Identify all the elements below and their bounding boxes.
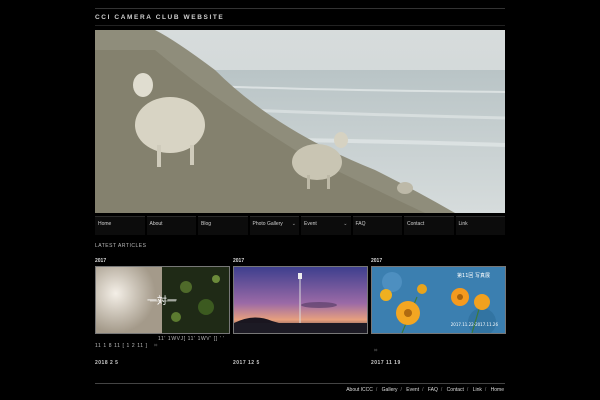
card-overlay-dates: 2017.11.22-2017.11.26 xyxy=(451,322,499,327)
latest-heading: LATEST ARTICLES xyxy=(95,243,147,249)
nav-link[interactable]: Link xyxy=(455,216,505,235)
footer-link-link[interactable]: Link xyxy=(473,387,482,393)
nav-label: Home xyxy=(98,221,112,227)
top-divider xyxy=(95,8,505,9)
nav-label: Link xyxy=(458,221,468,227)
card-caption: 11 1 8 11 [ 1 2 11 ] xyxy=(95,343,148,349)
chevron-down-icon: ⌄ xyxy=(291,221,296,227)
card-overlay-title: 第11回 写真展 xyxy=(457,272,490,279)
article-card-2[interactable] xyxy=(233,266,368,334)
card-date: 2017 11 19 xyxy=(371,360,401,366)
article-card-3[interactable]: 第11回 写真展 2017.11.22-2017.11.26 xyxy=(371,266,506,334)
nav-home[interactable]: Home xyxy=(95,216,145,235)
card-year: 2017 xyxy=(233,258,245,264)
footer-link-gallery[interactable]: Gallery xyxy=(382,387,398,393)
card-year: 2017 xyxy=(95,258,107,264)
nav-blog[interactable]: Blog xyxy=(198,216,248,235)
footer-link-faq[interactable]: FAQ xyxy=(428,387,438,393)
card-caption: 11' 1WVJ[ 11' 1WV' [] ' ' xyxy=(158,336,225,342)
nav-label: FAQ xyxy=(355,221,366,227)
nav-event[interactable]: Event ⌄ xyxy=(301,216,351,235)
nav-label: Blog xyxy=(201,221,212,227)
image-placeholder-icon: ⌗ xyxy=(154,343,158,349)
nav-faq[interactable]: FAQ xyxy=(352,216,402,235)
footer-link-home[interactable]: Home xyxy=(491,387,504,393)
card-year: 2017 xyxy=(371,258,383,264)
nav-label: Photo Gallery xyxy=(252,221,283,227)
main-nav: Home About Blog Photo Gallery ⌄ Event ⌄ FA… xyxy=(95,216,505,235)
nav-contact[interactable]: Contact xyxy=(404,216,454,235)
footer-links: About ICCC / Gallery / Event / FAQ / Contact… xyxy=(346,387,504,393)
site-title[interactable]: CCI CAMERA CLUB WEBSITE xyxy=(95,14,224,21)
article-card-1[interactable]: 一対一 xyxy=(95,266,230,334)
image-placeholder-icon: ⌗ xyxy=(374,348,378,354)
nav-about[interactable]: About xyxy=(146,216,196,235)
chevron-down-icon: ⌄ xyxy=(343,221,348,227)
footer-link-about[interactable]: About ICCC xyxy=(346,387,373,393)
nav-photo-gallery[interactable]: Photo Gallery ⌄ xyxy=(249,216,299,235)
card-date: 2017 12 5 xyxy=(233,360,260,366)
nav-label: Contact xyxy=(407,221,425,227)
footer-divider xyxy=(95,383,505,384)
footer-link-contact[interactable]: Contact xyxy=(447,387,464,393)
header-divider xyxy=(95,25,505,26)
nav-label: About xyxy=(149,221,163,227)
footer-link-event[interactable]: Event xyxy=(406,387,419,393)
card-date: 2018 2 5 xyxy=(95,360,119,366)
hero-image xyxy=(95,30,505,213)
card-overlay-text: 一対一 xyxy=(147,294,177,307)
nav-label: Event xyxy=(304,221,317,227)
